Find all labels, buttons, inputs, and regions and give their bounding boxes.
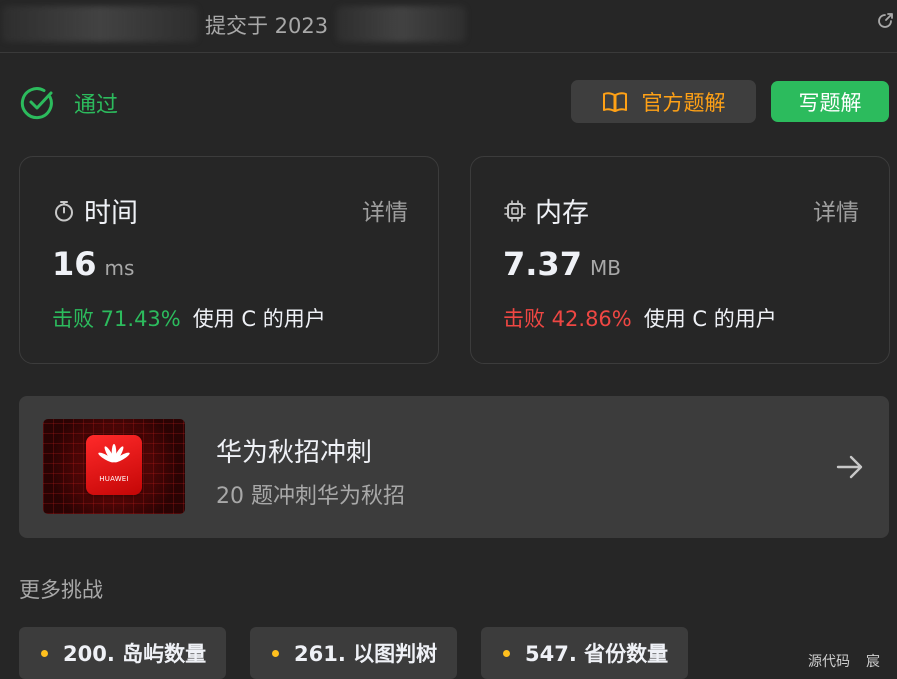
challenge-label: 547. 省份数量 bbox=[525, 642, 669, 666]
difficulty-dot bbox=[503, 649, 510, 657]
runtime-beat: 击败 71.43% 使用 C 的用户 bbox=[52, 303, 326, 333]
book-icon bbox=[602, 91, 627, 112]
memory-beat-text: 使用 C 的用户 bbox=[643, 307, 777, 331]
status-accepted: 通过 bbox=[20, 85, 118, 121]
official-solution-label: 官方题解 bbox=[641, 90, 726, 115]
check-circle-icon bbox=[20, 87, 53, 120]
memory-beat: 击败 42.86% 使用 C 的用户 bbox=[503, 303, 777, 333]
huawei-petals-icon bbox=[98, 444, 130, 463]
promo-title: 华为秋招冲刺 bbox=[216, 438, 373, 468]
runtime-unit: ms bbox=[104, 256, 135, 280]
arrow-right-icon[interactable] bbox=[836, 454, 864, 480]
promo-banner[interactable]: HUAWEI 华为秋招冲刺 20 题冲刺华为秋招 bbox=[19, 396, 889, 538]
promo-image: HUAWEI bbox=[43, 419, 185, 514]
huawei-logo: HUAWEI bbox=[86, 435, 142, 495]
challenge-chip[interactable]: 261. 以图判树 bbox=[250, 627, 457, 679]
runtime-card: 时间 详情 16 ms 击败 71.43% 使用 C 的用户 bbox=[19, 156, 439, 364]
submitted-time: 提交于 2023 bbox=[205, 14, 329, 38]
memory-detail-link[interactable]: 详情 bbox=[813, 193, 859, 227]
challenge-label: 200. 岛屿数量 bbox=[63, 642, 207, 666]
memory-unit: MB bbox=[589, 256, 621, 280]
official-solution-button[interactable]: 官方题解 bbox=[571, 80, 756, 123]
blurred-username bbox=[2, 6, 198, 42]
memory-metric: 7.37 MB bbox=[503, 245, 621, 283]
write-solution-label: 写题解 bbox=[798, 90, 862, 115]
blurred-timestamp bbox=[336, 6, 466, 42]
memory-value: 7.37 bbox=[503, 245, 582, 283]
runtime-title-text: 时间 bbox=[84, 198, 138, 229]
difficulty-dot bbox=[41, 649, 48, 657]
runtime-beat-text: 使用 C 的用户 bbox=[192, 307, 326, 331]
runtime-metric: 16 ms bbox=[52, 245, 134, 283]
footer-links: 源代码 宸 bbox=[808, 651, 896, 671]
stopwatch-icon bbox=[55, 200, 73, 221]
footer-link-extra[interactable]: 宸 bbox=[866, 651, 880, 671]
submission-header: 提交于 2023 bbox=[0, 0, 897, 53]
memory-beat-percent: 击败 42.86% bbox=[503, 307, 632, 331]
challenge-chip[interactable]: 547. 省份数量 bbox=[481, 627, 688, 679]
difficulty-dot bbox=[272, 649, 279, 657]
memory-card: 内存 详情 7.37 MB 击败 42.86% 使用 C 的用户 bbox=[470, 156, 890, 364]
write-solution-button[interactable]: 写题解 bbox=[771, 81, 889, 122]
challenge-chip[interactable]: 200. 岛屿数量 bbox=[19, 627, 226, 679]
more-challenges-title: 更多挑战 bbox=[19, 578, 103, 602]
challenge-label: 261. 以图判树 bbox=[294, 642, 438, 666]
memory-title: 内存 bbox=[503, 191, 589, 230]
external-link-icon[interactable] bbox=[876, 12, 894, 30]
promo-subtitle: 20 题冲刺华为秋招 bbox=[216, 484, 405, 509]
runtime-beat-percent: 击败 71.43% bbox=[52, 307, 181, 331]
memory-title-text: 内存 bbox=[535, 198, 589, 229]
status-label: 通过 bbox=[74, 93, 119, 118]
footer-link-source[interactable]: 源代码 bbox=[808, 651, 850, 671]
runtime-title: 时间 bbox=[52, 191, 138, 230]
huawei-logo-text: HUAWEI bbox=[99, 475, 129, 483]
runtime-detail-link[interactable]: 详情 bbox=[362, 193, 408, 227]
runtime-value: 16 bbox=[52, 245, 97, 283]
chip-icon bbox=[504, 199, 526, 222]
